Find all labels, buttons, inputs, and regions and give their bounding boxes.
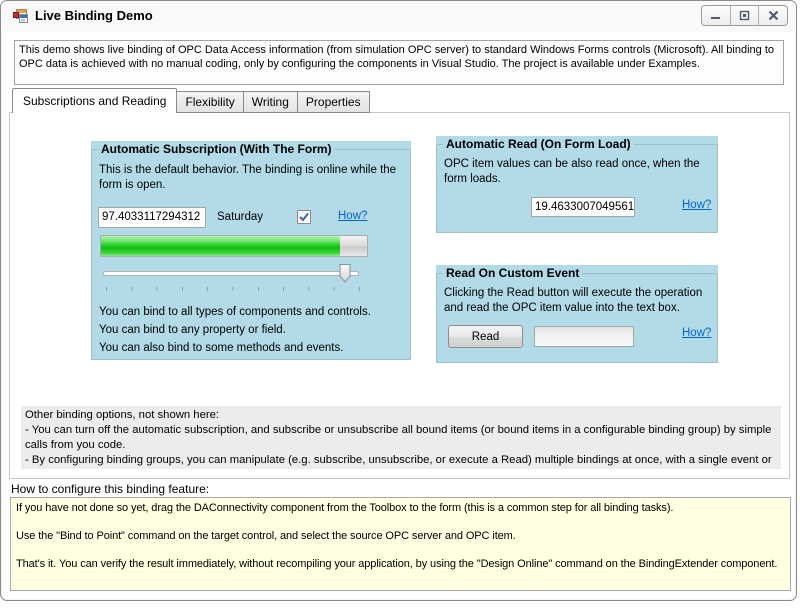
trackbar-slider[interactable] bbox=[101, 261, 366, 295]
options-line: - You can turn off the automatic subscri… bbox=[25, 423, 777, 453]
read-value-textbox[interactable]: 19.4633007049561 bbox=[531, 197, 635, 217]
tab-writing[interactable]: Writing bbox=[243, 91, 298, 113]
other-binding-options: Other binding options, not shown here: -… bbox=[21, 406, 781, 469]
howto-step: That's it. You can verify the result imm… bbox=[16, 557, 785, 571]
group-title: Read On Custom Event bbox=[443, 266, 582, 280]
group-automatic-subscription: Automatic Subscription (With The Form) T… bbox=[91, 141, 411, 360]
app-icon bbox=[13, 8, 29, 24]
howto-step: Use the "Bind to Point" command on the t… bbox=[16, 529, 785, 543]
progress-bar bbox=[100, 235, 368, 257]
options-line: Other binding options, not shown here: bbox=[25, 408, 777, 423]
group-read-custom-event: Read On Custom Event Clicking the Read b… bbox=[436, 265, 718, 363]
group-title: Automatic Read (On Form Load) bbox=[443, 137, 634, 151]
maximize-button[interactable] bbox=[730, 6, 759, 25]
group-description: This is the default behavior. The bindin… bbox=[99, 163, 401, 193]
tab-flexibility[interactable]: Flexibility bbox=[176, 91, 243, 113]
options-line: - By configuring binding groups, you can… bbox=[25, 453, 777, 469]
group-title: Automatic Subscription (With The Form) bbox=[98, 142, 335, 156]
close-button[interactable] bbox=[758, 6, 787, 25]
group-description: OPC item values can be also read once, w… bbox=[444, 157, 712, 187]
app-window: Live Binding Demo This demo shows live b… bbox=[0, 0, 797, 601]
note-line: You can bind to all types of components … bbox=[99, 305, 404, 319]
tab-properties[interactable]: Properties bbox=[297, 91, 370, 113]
tab-page-subscriptions: Automatic Subscription (With The Form) T… bbox=[9, 112, 790, 479]
bound-checkbox[interactable] bbox=[297, 210, 311, 224]
how-link-subscription[interactable]: How? bbox=[338, 210, 367, 222]
custom-read-textbox[interactable] bbox=[534, 326, 634, 347]
day-label: Saturday bbox=[217, 210, 263, 225]
check-icon bbox=[299, 212, 309, 222]
caption-buttons bbox=[701, 5, 788, 26]
intro-description: This demo shows live binding of OPC Data… bbox=[14, 40, 784, 85]
tab-control: Automatic Subscription (With The Form) T… bbox=[9, 88, 790, 479]
group-automatic-read: Automatic Read (On Form Load) OPC item v… bbox=[436, 136, 718, 233]
progress-fill bbox=[101, 236, 340, 256]
slider-ticks bbox=[106, 287, 361, 291]
title-bar: Live Binding Demo bbox=[1, 1, 796, 32]
slider-track[interactable] bbox=[103, 271, 359, 276]
howto-instructions: If you have not done so yet, drag the DA… bbox=[10, 497, 791, 591]
binding-notes: You can bind to all types of components … bbox=[99, 305, 404, 359]
value-textbox[interactable]: 97.4033117294312 bbox=[98, 207, 206, 228]
how-link-auto-read[interactable]: How? bbox=[682, 199, 711, 211]
how-link-custom-read[interactable]: How? bbox=[682, 327, 711, 339]
howto-step: If you have not done so yet, drag the DA… bbox=[16, 501, 785, 515]
note-line: You can also bind to some methods and ev… bbox=[99, 341, 404, 355]
note-line: You can bind to any property or field. bbox=[99, 323, 404, 337]
tab-subscriptions-and-reading[interactable]: Subscriptions and Reading bbox=[12, 88, 177, 113]
minimize-button[interactable] bbox=[702, 6, 730, 25]
slider-thumb[interactable] bbox=[340, 264, 351, 283]
read-button[interactable]: Read bbox=[448, 325, 523, 348]
howto-label: How to configure this binding feature: bbox=[11, 482, 209, 496]
group-description: Clicking the Read button will execute th… bbox=[444, 286, 720, 316]
tab-strip: Subscriptions and Reading Flexibility Wr… bbox=[12, 88, 370, 113]
window-title: Live Binding Demo bbox=[35, 8, 153, 23]
